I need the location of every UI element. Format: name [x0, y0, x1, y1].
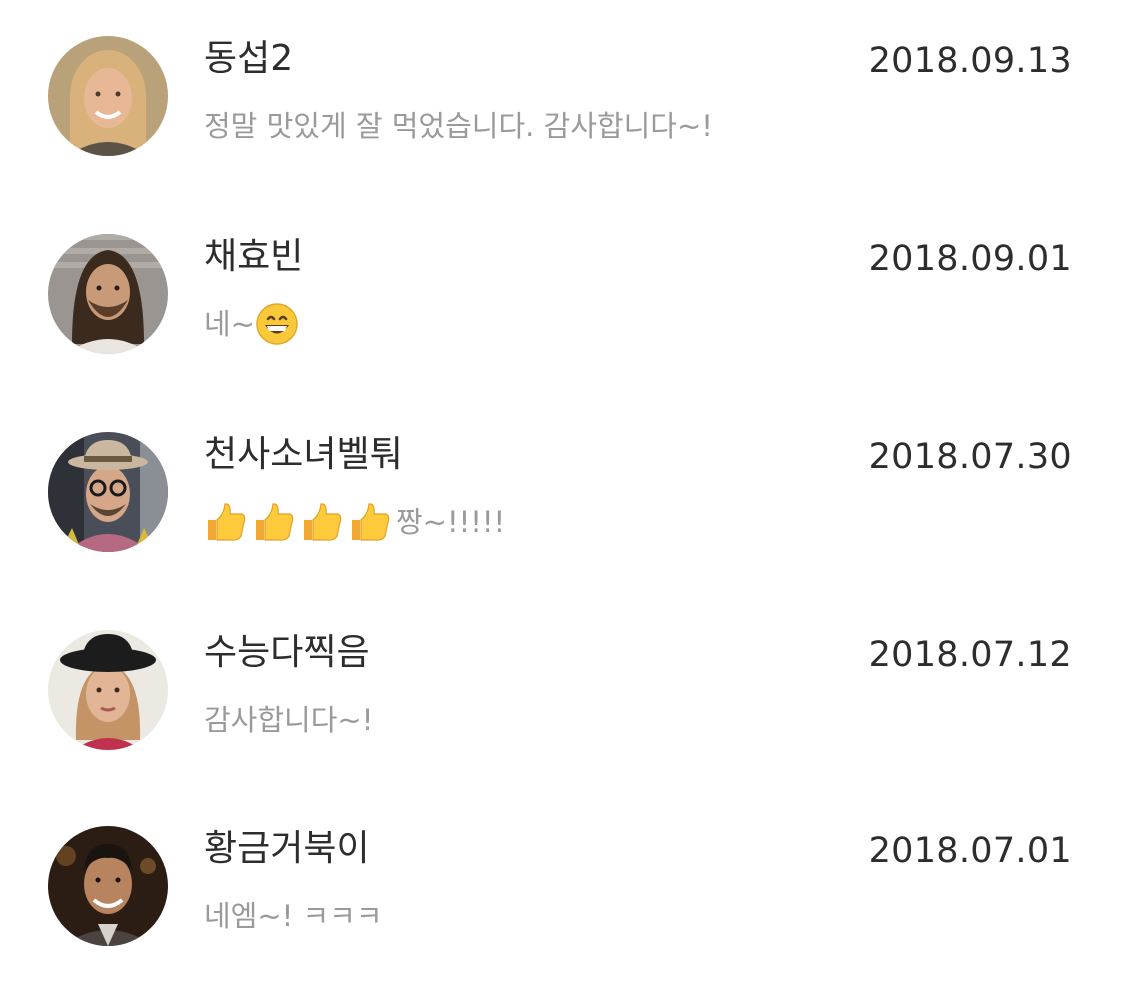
list-item[interactable]: 수능다찍음 2018.07.12 감사합니다~! [0, 614, 1125, 764]
message-text: 네~ [204, 307, 255, 341]
avatar-man-hat-glasses[interactable] [48, 432, 168, 552]
sender-name: 채효빈 [204, 236, 304, 277]
message-preview: 감사합니다~! [204, 692, 373, 748]
grinning-face-icon [255, 302, 299, 346]
avatar-woman-black-hat[interactable] [48, 630, 168, 750]
message-date: 2018.09.13 [868, 41, 1072, 81]
message-preview: 네엠~! ㅋㅋㅋ [204, 888, 383, 944]
list-item[interactable]: 황금거북이 2018.07.01 네엠~! ㅋㅋㅋ [0, 810, 1125, 960]
sender-name: 천사소녀벨퉈 [204, 434, 403, 475]
thumbs-up-icon [252, 500, 296, 544]
thumbs-up-icon [204, 500, 248, 544]
list-item[interactable]: 천사소녀벨퉈 2018.07.30 짱~!!!!! [0, 416, 1125, 566]
message-date: 2018.07.12 [868, 635, 1072, 675]
message-date: 2018.07.01 [868, 831, 1072, 871]
thumbs-up-icon [348, 500, 392, 544]
avatar-man-suit[interactable] [48, 826, 168, 946]
avatar-man-dreadlocks[interactable] [48, 234, 168, 354]
message-text: 짱~!!!!! [396, 505, 506, 539]
sender-name: 동섭2 [204, 38, 294, 79]
message-text: 정말 맛있게 잘 먹었습니다. 감사합니다~! [204, 109, 713, 143]
message-date: 2018.07.30 [868, 437, 1072, 477]
message-preview: 네~ [204, 296, 303, 352]
message-preview: 짱~!!!!! [204, 494, 505, 550]
thumbs-up-icon [300, 500, 344, 544]
sender-name: 황금거북이 [204, 828, 370, 869]
message-date: 2018.09.01 [868, 239, 1072, 279]
avatar-woman-blonde[interactable] [48, 36, 168, 156]
message-text: 네엠~! ㅋㅋㅋ [204, 899, 383, 933]
list-item[interactable]: 채효빈 2018.09.01 네~ [0, 218, 1125, 368]
message-preview: 정말 맛있게 잘 먹었습니다. 감사합니다~! [204, 98, 713, 154]
sender-name: 수능다찍음 [204, 632, 370, 673]
message-list: 동섭2 2018.09.13 정말 맛있게 잘 먹었습니다. 감사합니다~! 채… [0, 0, 1125, 981]
list-item[interactable]: 동섭2 2018.09.13 정말 맛있게 잘 먹었습니다. 감사합니다~! [0, 20, 1125, 170]
message-text: 감사합니다~! [204, 703, 374, 737]
